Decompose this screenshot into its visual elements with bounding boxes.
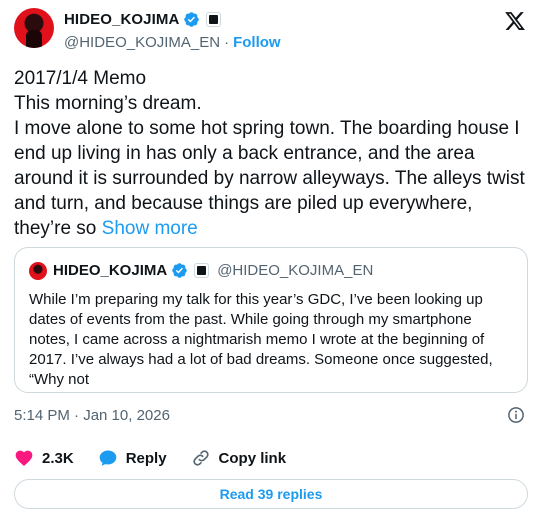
author-handle-row: @HIDEO_KOJIMA_EN · Follow [64,34,281,51]
show-more-link[interactable]: Show more [102,218,198,239]
quote-text: While I’m preparing my talk for this yea… [29,291,493,388]
link-icon [192,450,209,466]
reply-button[interactable]: Reply [98,448,167,468]
verified-badge-icon [184,12,200,27]
quote-author-row: HIDEO_KOJIMA @HIDEO_KOJIMA_EN [53,262,373,279]
quote-author-name: HIDEO_KOJIMA [53,262,168,279]
affiliate-badge-icon [194,263,210,278]
affiliate-badge-icon [206,12,222,27]
info-icon[interactable] [507,406,525,424]
quote-author-avatar [29,262,47,280]
tweet-line: This morning’s dream. [14,93,202,114]
verified-badge-icon [172,263,187,278]
copy-link-label: Copy link [218,449,287,467]
tweet-line-text: I move alone to some hot spring town. Th… [14,118,525,239]
tweet-text: 2017/1/4 Memo This morning’s dream. I mo… [14,66,530,241]
tweet-timestamp[interactable]: 5:14 PM · Jan 10, 2026 [14,407,170,424]
copy-link-button[interactable]: Copy link [191,448,287,468]
author-display-name[interactable]: HIDEO_KOJIMA [64,11,179,28]
quoted-tweet[interactable]: HIDEO_KOJIMA @HIDEO_KOJIMA_EN While I’m … [14,247,528,393]
tweet-line: 2017/1/4 Memo [14,68,147,89]
author-avatar[interactable] [14,8,54,48]
author-name-row: HIDEO_KOJIMA [64,11,222,28]
follow-button[interactable]: Follow [233,34,281,51]
tweet-line: I move alone to some hot spring town. Th… [14,116,530,241]
action-bar: 2.3K Reply Copy link [14,448,530,468]
handle-separator: · [224,34,230,51]
reply-bubble-icon [99,450,117,466]
reply-label: Reply [125,449,167,467]
quote-author-handle: @HIDEO_KOJIMA_EN [217,262,374,279]
like-button[interactable]: 2.3K [14,448,74,468]
author-handle[interactable]: @HIDEO_KOJIMA_EN [64,34,220,51]
heart-icon [15,450,33,466]
like-count: 2.3K [42,449,74,467]
tweet-header: HIDEO_KOJIMA @HIDEO_KOJIMA_EN · Follow [14,6,530,54]
read-replies-button[interactable]: Read 39 replies [14,479,528,509]
x-logo-icon[interactable] [504,10,526,32]
